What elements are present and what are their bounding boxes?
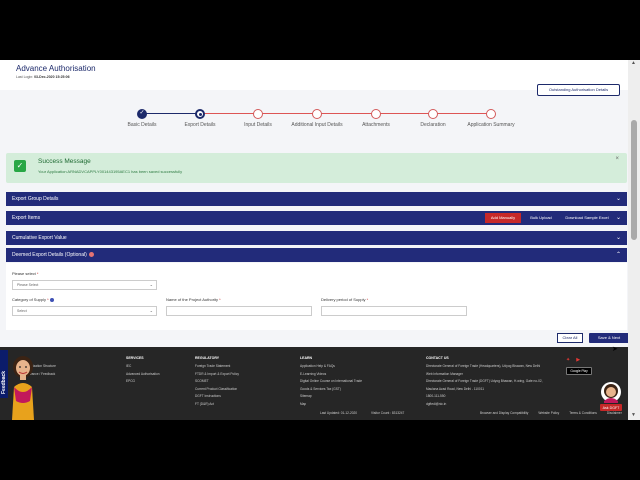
assistant-avatar-icon[interactable] — [8, 353, 38, 420]
check-icon: ✓ — [14, 160, 26, 172]
footer-col-services: SERVICES IEC Advanced Authorisation EPCG — [126, 356, 160, 386]
pending-step-icon — [486, 109, 496, 119]
outstanding-authorisation-button[interactable]: Outstanding Authorisation Details — [537, 84, 620, 96]
google-play-badge[interactable]: Google Play — [566, 367, 592, 375]
bulk-upload-button[interactable]: Bulk Upload — [525, 213, 557, 223]
footer-link[interactable]: DGFT Instructions — [195, 393, 239, 401]
step-declaration[interactable]: Declaration — [403, 109, 463, 128]
export-group-details-bar[interactable]: Export Group Details ⌄ — [6, 192, 627, 206]
pending-step-icon — [371, 109, 381, 119]
export-items-bar[interactable]: Export Items Add Manually Bulk Upload Do… — [6, 211, 627, 225]
footer-link[interactable]: Browser and Display Compatibility — [480, 411, 528, 415]
please-select-dropdown[interactable]: Please Select ⌄ — [12, 280, 157, 290]
clear-all-button[interactable]: Clear All — [557, 333, 583, 343]
chevron-up-icon: ⌃ — [615, 252, 621, 258]
pending-step-icon — [428, 109, 438, 119]
scroll-thumb[interactable] — [631, 120, 637, 240]
info-icon — [88, 252, 94, 258]
cumulative-export-value-bar[interactable]: Cumulative Export Value ⌄ — [6, 231, 627, 245]
footer-link[interactable]: Application Help & FAQs — [300, 363, 362, 371]
success-message: Your Application ARNADVCAPPLY001443195AE… — [38, 169, 183, 174]
success-alert: ✓ Success Message Your Application ARNAD… — [6, 153, 627, 183]
twitter-icon[interactable]: ✦ — [566, 357, 570, 363]
footer-link[interactable]: Terms & Conditions — [569, 411, 597, 415]
close-icon[interactable]: × — [615, 156, 619, 162]
application-page: Advance Authorisation Last Login: 03-Dec… — [0, 60, 640, 420]
pending-step-icon — [312, 109, 322, 119]
footer-link[interactable]: Foreign Trade Statement — [195, 363, 239, 371]
youtube-icon[interactable]: ▶ — [576, 357, 580, 363]
step-attachments[interactable]: Attachments — [346, 109, 406, 128]
project-authority-label: Name of the Project Authority * — [166, 297, 221, 302]
save-next-button[interactable]: Save & Next — [589, 333, 629, 343]
step-input-details[interactable]: Input Details — [228, 109, 288, 128]
scroll-up-icon[interactable]: ▲ — [631, 60, 636, 66]
footer-link[interactable]: Map — [300, 401, 362, 409]
category-of-supply-dropdown[interactable]: Select ⌄ — [12, 306, 157, 316]
footer-link[interactable]: Advanced Authorisation — [126, 371, 160, 379]
footer-link[interactable]: Sitemap — [300, 393, 362, 401]
last-login: Last Login: 03-Dec-2020 15:25:06 — [16, 75, 70, 79]
footer-link[interactable]: Current Product Classification — [195, 386, 239, 394]
social-icons: ✦ ▶ — [566, 357, 586, 363]
ask-dgft-icon[interactable]: Ask DGFT — [598, 381, 624, 413]
feedback-tab[interactable]: Feedback — [0, 350, 8, 398]
chevron-down-icon: ⌄ — [149, 308, 153, 313]
chevron-down-icon: ⌄ — [615, 235, 621, 241]
add-manually-button[interactable]: Add Manually — [485, 213, 521, 223]
footer-col-learn: LEARN Application Help & FAQs E-Learning… — [300, 356, 362, 409]
chevron-down-icon: ⌄ — [615, 196, 621, 202]
mouse-cursor-icon: ➤ — [612, 346, 618, 353]
footer-link[interactable]: IEC — [126, 363, 160, 371]
project-authority-input[interactable] — [166, 306, 312, 316]
check-icon — [137, 109, 147, 119]
chevron-down-icon: ⌄ — [615, 215, 621, 221]
footer-link[interactable]: FTDR & Import & Export Policy — [195, 371, 239, 379]
footer-link[interactable]: Goods & Services Tax (GST) — [300, 386, 362, 394]
delivery-period-input[interactable] — [321, 306, 467, 316]
footer-meta: Last Updated: 01-12-2020 Visitor Count : … — [320, 411, 405, 415]
download-sample-excel-button[interactable]: Download Sample Excel — [560, 213, 614, 223]
deemed-export-form: Please select * Please Select ⌄ Category… — [6, 263, 627, 330]
site-footer: Organization Structure Grievance / Feedb… — [0, 347, 640, 420]
deemed-export-details-bar[interactable]: Deemed Export Details (Optional) ⌃ — [6, 248, 627, 262]
please-select-label: Please select * — [12, 271, 39, 276]
chevron-down-icon: ⌄ — [149, 282, 153, 287]
progress-stepper: Basic Details Export Details Input Detai… — [0, 104, 640, 140]
footer-link[interactable]: Digital Online Course on International T… — [300, 378, 362, 386]
page-scrollbar[interactable]: ▲ ▼ — [628, 60, 640, 420]
footer-link[interactable]: E-Learning Videos — [300, 371, 362, 379]
step-basic-details[interactable]: Basic Details — [112, 109, 172, 128]
footer-link[interactable]: Website Policy — [538, 411, 559, 415]
footer-link[interactable]: SCOMET — [195, 378, 239, 386]
footer-link[interactable]: FT (D&R) Act — [195, 401, 239, 409]
footer-link[interactable]: EPCG — [126, 378, 160, 386]
step-additional-input-details[interactable]: Additional Input Details — [287, 109, 347, 128]
category-of-supply-label: Category of Supply * — [12, 297, 54, 302]
current-step-icon — [195, 109, 205, 119]
step-export-details[interactable]: Export Details — [170, 109, 230, 128]
step-application-summary[interactable]: Application Summary — [461, 109, 521, 128]
footer-col-regulatory: REGULATORY Foreign Trade Statement FTDR … — [195, 356, 239, 409]
help-icon — [49, 297, 54, 302]
pending-step-icon — [253, 109, 263, 119]
svg-text:Ask DGFT: Ask DGFT — [603, 406, 621, 410]
page-title: Advance Authorisation — [16, 64, 96, 73]
delivery-period-label: Delivery period of Supply * — [321, 297, 369, 302]
footer-col-contact: CONTACT US Directorate General of Foreig… — [426, 356, 543, 406]
success-title: Success Message — [38, 158, 91, 165]
scroll-down-icon[interactable]: ▼ — [631, 412, 636, 418]
